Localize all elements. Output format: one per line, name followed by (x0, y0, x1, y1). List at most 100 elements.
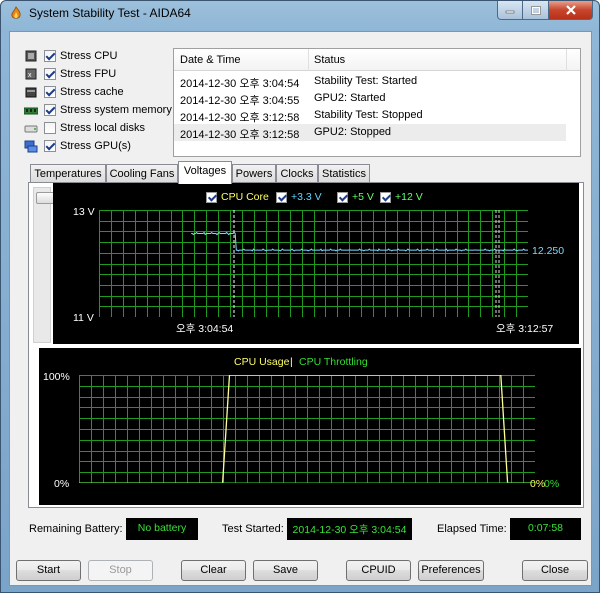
stress-cpu-option[interactable]: Stress CPU (24, 48, 174, 64)
tab-statistics[interactable]: Statistics (318, 164, 370, 183)
tab-voltages[interactable]: Voltages (178, 161, 232, 184)
minimize-button[interactable] (497, 1, 523, 20)
stress-disks-label: Stress local disks (60, 122, 145, 134)
fpu-icon: x (25, 68, 37, 79)
svg-text:x: x (28, 72, 32, 79)
stop-button[interactable]: Stop (88, 560, 153, 581)
event-log-list[interactable]: Date & Time Status 2014-12-30 오후 3:04:54… (173, 48, 581, 157)
voltage-12v-line (191, 231, 528, 252)
log-time: 2014-12-30 오후 3:12:58 (180, 129, 300, 141)
stress-gpu-option[interactable]: Stress GPU(s) (24, 138, 174, 154)
log-header-status[interactable]: Status (314, 54, 345, 66)
title-bar[interactable]: System Stability Test - AIDA64 (1, 1, 599, 25)
legend-checkbox[interactable] (337, 191, 348, 203)
test-started-value: 2014-12-30 오후 3:04:54 (287, 518, 412, 540)
stress-cpu-label: Stress CPU (60, 50, 118, 62)
cpu-throttling-title: CPU Throttling (299, 356, 368, 368)
minimize-icon (505, 10, 515, 14)
preferences-button[interactable]: Preferences (418, 560, 484, 581)
tab-cooling-fans[interactable]: Cooling Fans (106, 164, 178, 183)
legend-label: +3.3 V (291, 191, 322, 203)
legend-3-3v[interactable]: +3.3 V (276, 191, 322, 203)
disk-icon (24, 125, 38, 132)
cpuid-button[interactable]: CPUID (346, 560, 411, 581)
clear-button[interactable]: Clear (181, 560, 246, 581)
stress-disks-checkbox[interactable] (44, 122, 56, 134)
log-time: 2014-12-30 오후 3:04:54 (180, 78, 300, 90)
tab-temperatures[interactable]: Temperatures (30, 164, 106, 183)
cpu-throttle-value: 0% (544, 478, 560, 490)
legend-label: CPU Core (221, 191, 269, 203)
x-axis-end-label: 오후 3:12:57 (496, 323, 554, 335)
voltage-graph: CPU Core +3.3 V +5 V +12 V 13 V 11 V 오후 … (53, 183, 579, 344)
stress-memory-label: Stress system memory (60, 104, 172, 116)
battery-value: No battery (126, 518, 198, 540)
stress-cpu-checkbox[interactable] (44, 50, 56, 62)
y-axis-top-label: 13 V (73, 206, 95, 218)
cpu-graph: CPU Usage | CPU Throttling 100% 0% 0% 0% (39, 348, 581, 505)
elapsed-time-label: Elapsed Time: (437, 523, 507, 535)
title-separator: | (290, 356, 293, 368)
log-status: GPU2: Started (314, 92, 386, 104)
log-status: Stability Test: Stopped (314, 109, 423, 121)
cpu-icon (25, 50, 37, 61)
cpu-usage-value: 0% (530, 478, 546, 490)
cpu-usage-title: CPU Usage (234, 356, 290, 368)
legend-cpu-core[interactable]: CPU Core (206, 191, 269, 203)
status-bar: Remaining Battery: No battery Test Start… (10, 518, 593, 540)
legend-checkbox[interactable] (380, 191, 391, 203)
stress-memory-checkbox[interactable] (44, 104, 56, 116)
app-window: System Stability Test - AIDA64 Stress CP… (0, 0, 600, 593)
log-status: Stability Test: Started (314, 75, 418, 87)
stress-fpu-option[interactable]: x Stress FPU (24, 66, 174, 82)
legend-5v[interactable]: +5 V (337, 191, 374, 203)
stress-fpu-checkbox[interactable] (44, 68, 56, 80)
legend-label: +12 V (395, 191, 423, 203)
tab-clocks[interactable]: Clocks (276, 164, 318, 183)
log-row[interactable]: 2014-12-30 오후 3:12:58 GPU2: Stopped (174, 124, 566, 141)
graph-panel: CPU Core +3.3 V +5 V +12 V 13 V 11 V 오후 … (28, 182, 584, 508)
maximize-button[interactable] (523, 1, 549, 20)
cpu-y-top-label: 100% (43, 371, 70, 383)
battery-label: Remaining Battery: (29, 523, 123, 535)
stress-cache-label: Stress cache (60, 86, 124, 98)
stress-fpu-label: Stress FPU (60, 68, 117, 80)
stress-disks-option[interactable]: Stress local disks (24, 120, 174, 136)
maximize-icon (530, 5, 541, 15)
voltage-grid (99, 210, 528, 317)
elapsed-time-value: 0:07:58 (510, 518, 581, 540)
voltage-value-label: 12.250 (532, 245, 565, 257)
client-area: Stress CPU x Stress FPU Stress cache Str… (9, 31, 592, 586)
legend-label: +5 V (352, 191, 374, 203)
log-row[interactable]: 2014-12-30 오후 3:04:54 Stability Test: St… (174, 73, 566, 90)
gpu-icon (24, 140, 38, 152)
stress-gpu-checkbox[interactable] (44, 140, 56, 152)
close-button[interactable]: Close (522, 560, 588, 581)
legend-checkbox[interactable] (276, 191, 287, 203)
log-time: 2014-12-30 오후 3:04:55 (180, 95, 300, 107)
stress-cache-checkbox[interactable] (44, 86, 56, 98)
save-button[interactable]: Save (253, 560, 318, 581)
stress-memory-option[interactable]: Stress system memory (24, 102, 174, 118)
tab-powers[interactable]: Powers (232, 164, 276, 183)
legend-12v[interactable]: +12 V (380, 191, 423, 203)
legend-checkbox[interactable] (206, 191, 217, 203)
log-header: Date & Time Status (174, 49, 580, 71)
x-axis-start-label: 오후 3:04:54 (176, 323, 234, 335)
column-divider[interactable] (566, 49, 567, 71)
cache-icon (25, 87, 37, 97)
start-button[interactable]: Start (16, 560, 81, 581)
column-divider[interactable] (308, 49, 309, 71)
y-axis-bottom-label: 11 V (73, 312, 94, 324)
aida64-flame-icon (11, 6, 21, 19)
stress-cache-option[interactable]: Stress cache (24, 84, 174, 100)
window-title: System Stability Test - AIDA64 (29, 6, 191, 20)
log-row[interactable]: 2014-12-30 오후 3:04:55 GPU2: Started (174, 90, 566, 107)
memory-icon (24, 107, 38, 114)
graph-scale-slider[interactable] (33, 187, 56, 343)
log-row[interactable]: 2014-12-30 오후 3:12:58 Stability Test: St… (174, 107, 566, 124)
close-window-button[interactable] (549, 1, 593, 20)
test-started-label: Test Started: (222, 523, 284, 535)
log-header-datetime[interactable]: Date & Time (180, 54, 241, 66)
log-time: 2014-12-30 오후 3:12:58 (180, 112, 300, 124)
